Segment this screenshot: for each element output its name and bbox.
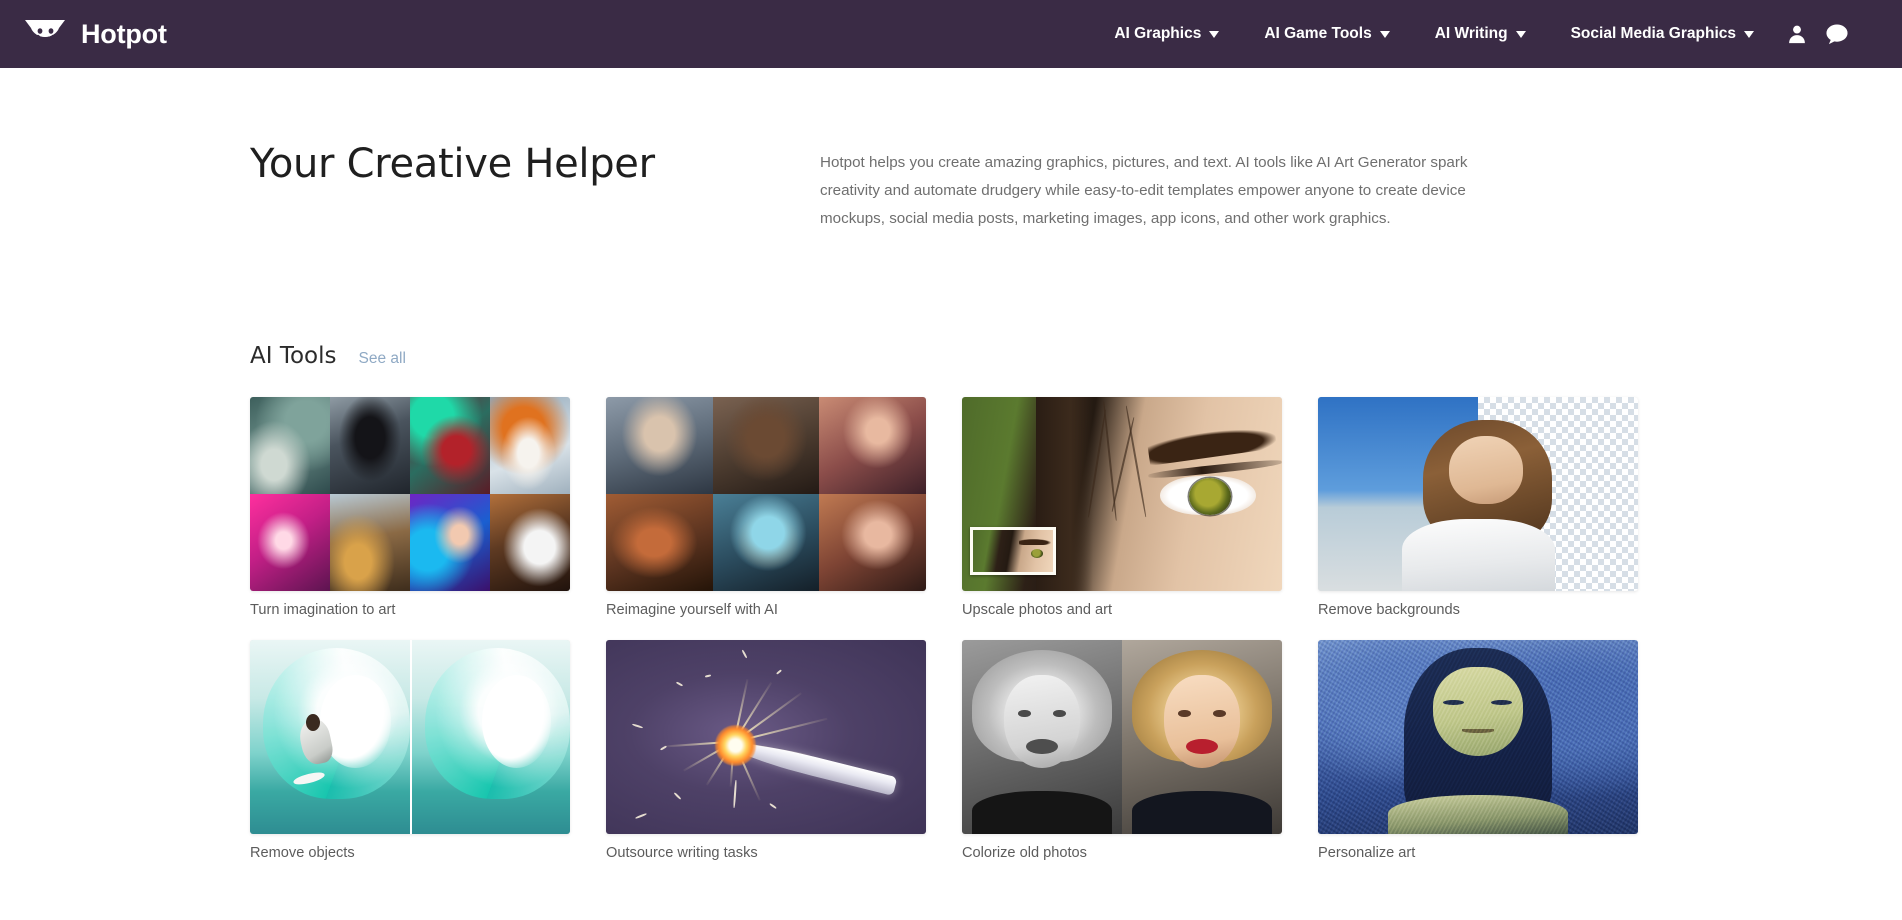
account-button[interactable]: [1777, 14, 1817, 54]
art-tile: [250, 397, 330, 494]
portrait-tile: [713, 397, 820, 494]
remove-objects-thumbnail[interactable]: [250, 640, 570, 834]
section-title: AI Tools: [250, 343, 337, 369]
hotpot-smiley-logo-icon: [22, 16, 68, 52]
hero-section: Your Creative Helper Hotpot helps you cr…: [250, 68, 1652, 233]
colorize-thumbnail[interactable]: [962, 640, 1282, 834]
ai-art-mosaic-thumbnail[interactable]: [250, 397, 570, 591]
after-half-surfer-removed: [410, 640, 570, 834]
inset-eyebrow: [1019, 539, 1051, 544]
spark-burst: [715, 725, 757, 766]
nav-item-ai-writing[interactable]: AI Writing: [1413, 25, 1549, 43]
face-region: [1449, 436, 1523, 504]
portrait-tile: [819, 494, 926, 591]
tool-card-label: Colorize old photos: [962, 845, 1282, 861]
tool-card-label: Upscale photos and art: [962, 602, 1282, 618]
before-half-with-surfer: [250, 640, 410, 834]
brush-stroke-overlay: [1318, 640, 1638, 834]
person-cutout: [1414, 420, 1561, 591]
nav-item-label: AI Game Tools: [1264, 25, 1371, 43]
hero-description: Hotpot helps you create amazing graphics…: [820, 140, 1510, 233]
user-account-icon: [1786, 23, 1808, 45]
ai-tools-section-header: AI Tools See all: [250, 343, 1652, 369]
portrait-tile: [819, 397, 926, 494]
brand-logo-link[interactable]: Hotpot: [22, 16, 167, 52]
tool-card-label: Personalize art: [1318, 845, 1638, 861]
tool-card-colorize-old-photos[interactable]: Colorize old photos: [962, 640, 1282, 861]
tool-card-upscale-photos-and-art[interactable]: Upscale photos and art: [962, 397, 1282, 618]
top-navigation-bar: Hotpot AI Graphics AI Game Tools AI Writ…: [0, 0, 1902, 68]
tool-card-reimagine-yourself-with-ai[interactable]: Reimagine yourself with AI: [606, 397, 926, 618]
black-and-white-half: [962, 640, 1122, 834]
tool-card-remove-objects[interactable]: Remove objects: [250, 640, 570, 861]
nav-item-ai-game-tools[interactable]: AI Game Tools: [1242, 25, 1412, 43]
chat-button[interactable]: [1817, 14, 1857, 54]
ai-tools-grid: Turn imagination to art Reimagine yourse…: [250, 397, 1652, 861]
tool-card-label: Remove objects: [250, 845, 570, 861]
tool-card-label: Outsource writing tasks: [606, 845, 926, 861]
portrait-tile: [606, 397, 713, 494]
art-tile: [410, 494, 490, 591]
eyebrow-region: [1146, 423, 1276, 466]
art-tile: [490, 494, 570, 591]
art-tile: [490, 397, 570, 494]
chevron-down-icon: [1516, 31, 1527, 38]
inset-iris: [1031, 549, 1043, 558]
chevron-down-icon: [1744, 31, 1755, 38]
nav-item-ai-graphics[interactable]: AI Graphics: [1092, 25, 1242, 43]
nav-item-social-media-graphics[interactable]: Social Media Graphics: [1549, 25, 1777, 43]
tool-card-personalize-art[interactable]: Personalize art: [1318, 640, 1638, 861]
nav-links-group: AI Graphics AI Game Tools AI Writing Soc…: [1092, 14, 1857, 54]
see-all-link[interactable]: See all: [359, 350, 406, 368]
art-tile: [330, 494, 410, 591]
nav-item-label: AI Graphics: [1114, 25, 1201, 43]
pen-shape: [732, 737, 898, 796]
tool-card-remove-backgrounds[interactable]: Remove backgrounds: [1318, 397, 1638, 618]
chevron-down-icon: [1209, 31, 1220, 38]
surfer-figure: [295, 714, 337, 780]
tool-card-label: Remove backgrounds: [1318, 602, 1638, 618]
portrait-tile: [713, 494, 820, 591]
brand-name: Hotpot: [81, 19, 167, 50]
page-content: Your Creative Helper Hotpot helps you cr…: [0, 68, 1902, 861]
iris-region: [1189, 478, 1231, 515]
remove-background-thumbnail[interactable]: [1318, 397, 1638, 591]
portrait-tile: [606, 494, 713, 591]
tool-card-turn-imagination-to-art[interactable]: Turn imagination to art: [250, 397, 570, 618]
tool-card-outsource-writing-tasks[interactable]: Outsource writing tasks: [606, 640, 926, 861]
nav-item-label: Social Media Graphics: [1571, 25, 1736, 43]
art-tile: [410, 397, 490, 494]
art-tile: [330, 397, 410, 494]
tool-card-label: Reimagine yourself with AI: [606, 602, 926, 618]
ai-portrait-mosaic-thumbnail[interactable]: [606, 397, 926, 591]
upscale-comparison-inset: [970, 527, 1056, 575]
sparkling-pen-thumbnail[interactable]: [606, 640, 926, 834]
chat-bubble-icon: [1825, 23, 1849, 45]
stylized-mona-lisa-thumbnail[interactable]: [1318, 640, 1638, 834]
nav-item-label: AI Writing: [1435, 25, 1508, 43]
tool-card-label: Turn imagination to art: [250, 602, 570, 618]
colorized-half: [1122, 640, 1282, 834]
wave-foam-region: [482, 675, 552, 768]
eye-closeup-thumbnail[interactable]: [962, 397, 1282, 591]
art-tile: [250, 494, 330, 591]
shirt-region: [1402, 519, 1555, 591]
chevron-down-icon: [1380, 31, 1391, 38]
page-title: Your Creative Helper: [250, 140, 820, 233]
